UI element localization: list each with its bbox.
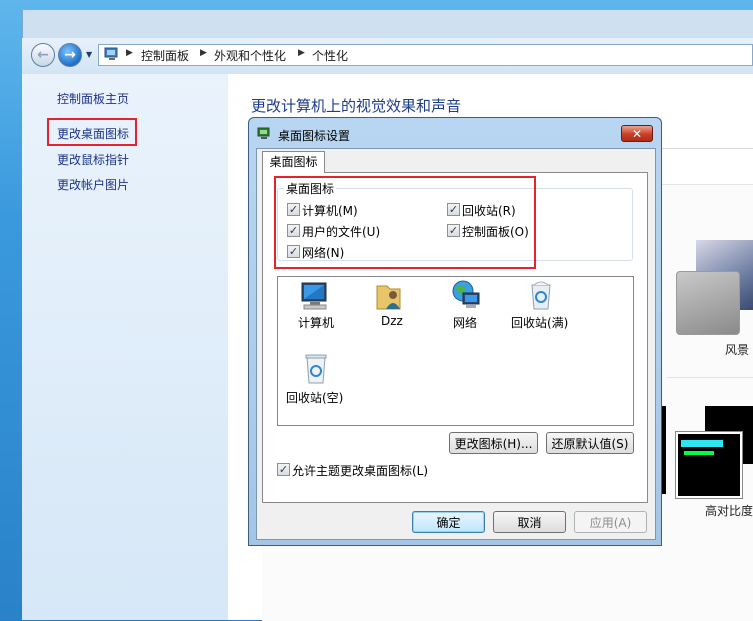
- ok-button[interactable]: 确定: [412, 511, 485, 533]
- computer-icon[interactable]: [298, 280, 332, 312]
- control-panel-icon: [104, 47, 118, 60]
- recycle-bin-empty-icon[interactable]: [299, 353, 333, 385]
- close-icon: ✕: [631, 126, 643, 141]
- change-icon-button[interactable]: 更改图标(H)...: [449, 432, 538, 454]
- page-title: 更改计算机上的视觉效果和声音: [251, 97, 462, 115]
- allow-themes-checkbox[interactable]: ✓: [277, 463, 290, 476]
- recycle-bin-full-icon[interactable]: [524, 279, 558, 311]
- user-folder-icon-label: Dzz: [381, 314, 403, 328]
- address-bar[interactable]: [98, 44, 753, 66]
- high-contrast-preview-bar: [684, 451, 714, 455]
- breadcrumb-personalization[interactable]: 个性化: [312, 47, 348, 64]
- breadcrumb-separator-icon[interactable]: ▶: [200, 48, 207, 58]
- back-button[interactable]: ←: [31, 43, 55, 67]
- restore-default-button[interactable]: 还原默认值(S): [546, 432, 634, 454]
- forward-button[interactable]: →: [58, 43, 82, 67]
- theme-divider: [666, 377, 753, 378]
- recycle-bin-full-icon-label: 回收站(满): [511, 316, 569, 330]
- landscape-theme-thumbnail[interactable]: [676, 271, 740, 335]
- breadcrumb-separator-icon[interactable]: ▶: [126, 48, 133, 58]
- theme-label-landscape[interactable]: 风景: [725, 341, 749, 358]
- theme-label-high-contrast[interactable]: 高对比度: [705, 502, 753, 519]
- desktop-icon-settings-icon: [257, 127, 270, 139]
- recent-pages-dropdown-icon[interactable]: ▼: [86, 50, 92, 59]
- back-arrow-icon: ←: [37, 47, 49, 63]
- highlight-box: [274, 176, 536, 269]
- sidebar-item-change-mouse-pointers[interactable]: 更改鼠标指针: [57, 151, 129, 168]
- recycle-bin-empty-icon-label: 回收站(空): [286, 391, 344, 405]
- breadcrumb-control-panel[interactable]: 控制面板: [141, 47, 189, 64]
- dialog-title: 桌面图标设置: [278, 129, 351, 143]
- allow-themes-checkbox-label[interactable]: 允许主题更改桌面图标(L): [292, 462, 428, 479]
- forward-arrow-icon: →: [64, 47, 76, 63]
- sidebar-item-control-panel-home[interactable]: 控制面板主页: [57, 90, 129, 107]
- highlight-box: [47, 118, 137, 146]
- close-button[interactable]: ✕: [621, 125, 653, 142]
- high-contrast-preview-bar: [681, 440, 723, 447]
- sidebar-item-change-account-picture[interactable]: 更改帐户图片: [57, 176, 129, 193]
- computer-icon-label: 计算机: [298, 316, 335, 330]
- breadcrumb-separator-icon[interactable]: ▶: [298, 48, 305, 58]
- network-icon[interactable]: [449, 279, 483, 311]
- breadcrumb-appearance[interactable]: 外观和个性化: [214, 47, 286, 64]
- cancel-button[interactable]: 取消: [493, 511, 566, 533]
- network-icon-label: 网络: [453, 316, 478, 330]
- apply-button[interactable]: 应用(A): [574, 511, 647, 533]
- user-folder-icon[interactable]: [373, 280, 407, 312]
- tab-desktop-icons[interactable]: 桌面图标: [262, 151, 325, 173]
